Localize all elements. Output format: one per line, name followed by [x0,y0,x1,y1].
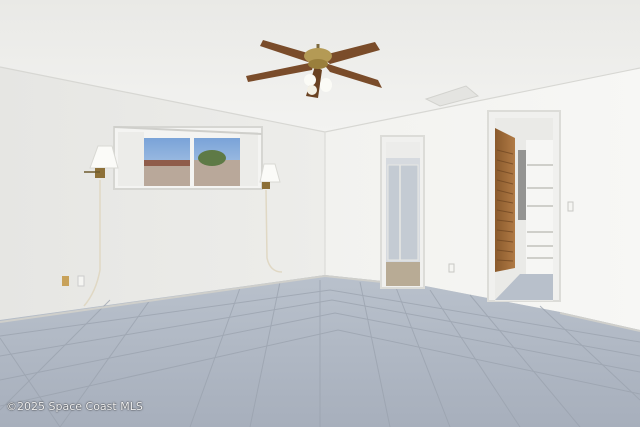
window [113,126,263,190]
room-photo [0,0,640,427]
louvered-door [495,128,515,272]
wall-outlet-3 [448,263,455,273]
bathroom-doorway [380,135,425,289]
wall-outlet [62,276,69,286]
light-switch [567,201,574,212]
photo-watermark: ©2025 Space Coast MLS [6,400,143,413]
wall-outlet-2 [77,275,85,287]
